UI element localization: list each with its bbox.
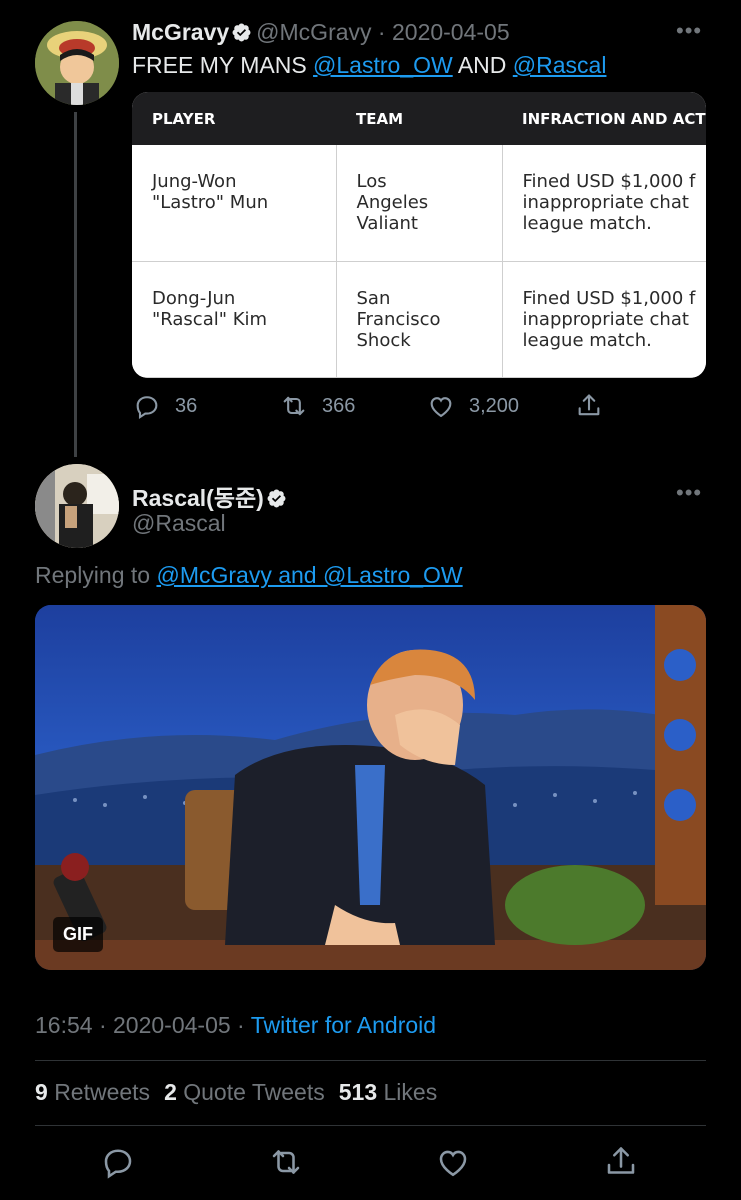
quotes-label: Quote Tweets [183, 1079, 325, 1105]
cell-line: Jung-Won [152, 171, 237, 192]
quotes-stat[interactable]: 2 Quote Tweets [164, 1079, 325, 1105]
author-name[interactable]: McGravy [132, 19, 229, 45]
retweet-count: 366 [322, 394, 356, 417]
retweet-icon [283, 396, 305, 416]
cell-line: league match. [522, 329, 652, 351]
cell-line: inappropriate chat [522, 308, 689, 330]
avatar-rascal[interactable] [35, 464, 119, 548]
tweet-meta: 16:54 · 2020-04-05 · Twitter for Android [35, 1012, 436, 1039]
table-header-player: PLAYER [132, 92, 336, 145]
cell-line: Los [356, 171, 387, 192]
cell-line: Angeles [356, 192, 429, 213]
like-button[interactable]: 3,200 [427, 392, 519, 420]
table-cell-player: Jung-Won "Lastro" Mun [132, 145, 337, 262]
cell-line: Shock [356, 329, 411, 351]
retweets-stat[interactable]: 9 Retweets [35, 1079, 150, 1105]
reply-button[interactable]: 36 [133, 392, 197, 420]
cell-line: league match. [522, 213, 652, 234]
likes-count: 513 [338, 1079, 378, 1105]
table-cell-player: Dong-Jun "Rascal" Kim [132, 261, 337, 378]
reply-button[interactable] [100, 1144, 136, 1180]
table-cell-infraction: Fined USD $1,000 f inappropriate chat le… [502, 145, 706, 262]
author-name[interactable]: Rascal(동준) [132, 485, 264, 511]
share-button[interactable] [603, 1144, 639, 1180]
retweet-button[interactable] [268, 1144, 304, 1180]
retweets-count: 9 [35, 1079, 48, 1105]
verified-badge-icon [232, 23, 251, 42]
cell-line: "Lastro" Mun [152, 192, 269, 213]
thread-connector [74, 112, 77, 457]
gif-badge: GIF [53, 917, 103, 952]
cell-line: Valiant [356, 213, 418, 234]
verified-badge-icon [267, 489, 286, 508]
tweet-stats: 9 Retweets 2 Quote Tweets 513 Likes [35, 1079, 437, 1106]
more-icon[interactable]: ••• [676, 480, 702, 506]
tweet-date[interactable]: 2020-04-05 [113, 1012, 231, 1038]
quotes-count: 2 [164, 1079, 177, 1105]
table-header-team: TEAM [336, 92, 502, 145]
reply-count: 36 [175, 394, 198, 417]
separator-dot: · [371, 19, 392, 45]
cell-line: Dong-Jun [152, 287, 236, 309]
tweet-time[interactable]: 16:54 [35, 1012, 93, 1038]
retweet-icon [272, 1150, 300, 1174]
divider [35, 1125, 706, 1126]
avatar-mcgravy[interactable] [35, 21, 119, 105]
more-icon[interactable]: ••• [676, 18, 702, 44]
mention-rascal[interactable]: @Rascal [513, 52, 607, 78]
tweet1-header: McGravy @McGravy · 2020-04-05 [132, 18, 510, 46]
like-icon [430, 397, 452, 418]
tweet2-name-row: Rascal(동준) [132, 479, 291, 513]
replying-to: Replying to @McGravy and @Lastro_OW [35, 562, 463, 589]
share-icon [607, 1147, 635, 1174]
like-icon [439, 1150, 467, 1177]
cell-line: Francisco [356, 308, 441, 330]
cell-line: inappropriate chat [522, 192, 689, 213]
cell-line: "Rascal" Kim [152, 308, 268, 330]
cell-line: Fined USD $1,000 f [522, 171, 696, 192]
tweet1-text: FREE MY MANS @Lastro_OW AND @Rascal [132, 51, 606, 79]
separator-dot: · [230, 1012, 251, 1038]
tweet-text-and: AND [452, 52, 513, 78]
likes-label: Likes [383, 1079, 438, 1105]
like-count: 3,200 [469, 394, 520, 417]
table-header-infraction: INFRACTION AND ACT [502, 92, 706, 145]
retweet-button[interactable]: 366 [280, 392, 355, 420]
separator-dot: · [92, 1012, 114, 1038]
table-cell-team: Los Angeles Valiant [336, 145, 503, 262]
divider [35, 1060, 706, 1061]
replying-mentions[interactable]: @McGravy and @Lastro_OW [156, 562, 462, 588]
reply-icon [136, 396, 158, 420]
infraction-table: PLAYER TEAM INFRACTION AND ACT Jung-Won … [132, 92, 706, 378]
mention-lastro[interactable]: @Lastro_OW [313, 52, 453, 78]
retweets-label: Retweets [54, 1079, 151, 1105]
table-cell-infraction: Fined USD $1,000 f inappropriate chat le… [502, 261, 706, 378]
like-button[interactable] [435, 1144, 471, 1180]
table-row: Dong-Jun "Rascal" Kim San Francisco Shoc… [132, 261, 706, 378]
reply-icon [104, 1149, 132, 1179]
tweet-text-prefix: FREE MY MANS [132, 52, 314, 78]
tweet-date[interactable]: 2020-04-05 [392, 19, 510, 45]
cell-line: Fined USD $1,000 f [522, 287, 696, 309]
author-handle[interactable]: @Rascal [132, 510, 226, 537]
gif-media-facepalm[interactable] [35, 605, 706, 970]
replying-prefix: Replying to [35, 562, 157, 588]
share-button[interactable] [575, 392, 603, 420]
likes-stat[interactable]: 513 Likes [339, 1079, 437, 1105]
author-handle[interactable]: @McGravy [256, 19, 371, 45]
tweet-source[interactable]: Twitter for Android [251, 1012, 436, 1038]
tweet-image-infraction-table[interactable]: PLAYER TEAM INFRACTION AND ACT Jung-Won … [132, 92, 706, 378]
cell-line: San [356, 287, 391, 309]
table-row: Jung-Won "Lastro" Mun Los Angeles Valian… [132, 145, 706, 262]
table-cell-team: San Francisco Shock [336, 261, 503, 378]
share-icon [578, 394, 600, 416]
